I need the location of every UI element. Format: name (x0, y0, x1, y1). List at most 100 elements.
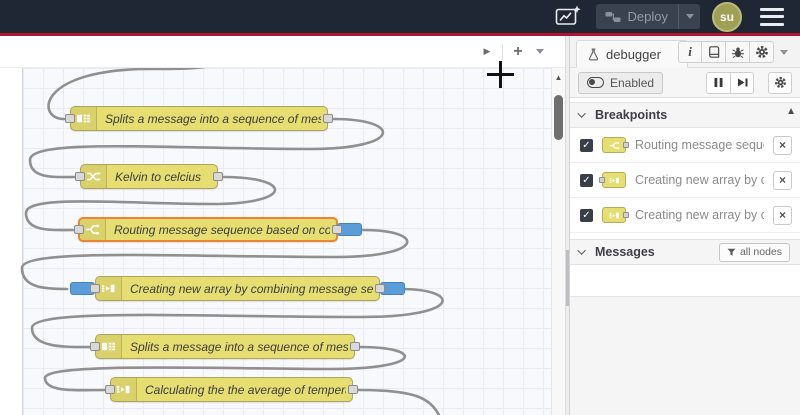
output-port[interactable] (332, 224, 342, 234)
plus-icon: + (513, 42, 523, 60)
filter-label: all nodes (739, 246, 782, 258)
breakpoint-checkbox[interactable]: ✓ (580, 138, 593, 152)
input-port[interactable] (105, 384, 115, 394)
breakpoints-section-header[interactable]: Breakpoints (570, 102, 800, 128)
breakpoint-label: Routing message sequence ba (635, 138, 764, 152)
switch-node-icon (602, 137, 629, 153)
info-button[interactable]: i (678, 41, 702, 63)
output-port-icon (623, 142, 629, 148)
caret-down-icon (780, 49, 788, 55)
join-node-icon (602, 207, 629, 223)
filter-funnel-icon (727, 248, 736, 257)
caret-down-icon (536, 49, 544, 54)
node-red-app: Deploy su Splits a message into a sequen… (0, 0, 800, 415)
flow-node-join-1[interactable]: Creating new array by combining message … (70, 276, 405, 301)
output-port[interactable] (323, 113, 333, 123)
canvas-scrollbar[interactable]: ▲ (551, 68, 565, 415)
flow-node-join-2[interactable]: Calculating the the average of temperatu… (105, 377, 358, 402)
node-label: Splits a message into a sequence of mess… (105, 111, 321, 126)
breakpoint-label: Creating new array by combini (635, 173, 764, 187)
library-button[interactable] (702, 41, 726, 63)
chevron-down-icon (577, 246, 586, 255)
input-port[interactable] (90, 283, 100, 293)
join-node-icon (599, 172, 626, 188)
debugger-settings-button[interactable] (768, 71, 792, 94)
debugger-enabled-toggle[interactable]: Enabled (578, 71, 664, 94)
wire[interactable] (356, 388, 442, 415)
input-port[interactable] (75, 171, 85, 181)
enabled-label: Enabled (610, 75, 655, 90)
sidebar-tab-list-button[interactable] (774, 41, 794, 63)
breakpoint-checkbox[interactable]: ✓ (580, 173, 593, 187)
step-icon (736, 76, 749, 89)
export-flows-icon (555, 5, 581, 25)
sidebar: debugger i Enabled Breakpoints ▲ ✓ Routi… (570, 36, 800, 415)
message-filter-button[interactable]: all nodes (718, 242, 790, 262)
scroll-up-icon[interactable]: ▲ (552, 68, 565, 82)
breakpoint-checkbox[interactable]: ✓ (580, 208, 593, 222)
node-label: Routing message sequence based on condit… (114, 222, 330, 237)
scroll-tabs-button[interactable]: ▶ (476, 41, 498, 63)
gear-icon (774, 76, 787, 89)
flow-tabs-strip: ▶ + (0, 36, 565, 68)
deploy-button[interactable]: Deploy (595, 4, 700, 29)
user-avatar[interactable]: su (712, 1, 742, 32)
debugger-toolbar: Enabled (570, 68, 800, 98)
node-label: Kelvin to celcius (115, 169, 202, 184)
node-label: Splits a message into a sequence of mess… (130, 339, 348, 354)
tab-debugger[interactable]: debugger (576, 40, 688, 68)
sidebar-filler (570, 297, 800, 415)
main-menu-button[interactable] (760, 7, 784, 26)
flow-canvas[interactable]: Splits a message into a sequence of mess… (0, 36, 565, 415)
remove-breakpoint-button[interactable]: × (773, 135, 792, 155)
hamburger-icon (760, 7, 784, 11)
add-flow-button[interactable]: + (507, 41, 529, 63)
output-port[interactable] (350, 341, 360, 351)
deploy-label: Deploy (627, 9, 668, 24)
node-label: Calculating the the average of temperatu… (145, 382, 346, 397)
breakpoint-label: Creating new array by combini (635, 208, 764, 222)
flow-list-button[interactable] (529, 41, 551, 63)
output-port[interactable] (213, 171, 223, 181)
sidebar-tab-bar: debugger i (570, 36, 800, 68)
scrollbar-thumb[interactable] (554, 95, 563, 140)
main-area: Splits a message into a sequence of mess… (0, 36, 800, 415)
debug-button[interactable] (726, 41, 750, 63)
flow-node-change[interactable]: Kelvin to celcius (75, 164, 223, 189)
input-port[interactable] (90, 341, 100, 351)
input-port[interactable] (74, 224, 84, 234)
flow-node-switch[interactable]: Routing message sequence based on condit… (74, 217, 362, 242)
chevron-down-icon (577, 109, 586, 118)
output-port[interactable] (375, 283, 385, 293)
messages-section-header[interactable]: Messages all nodes (570, 239, 800, 265)
playback-button-group (706, 71, 754, 94)
deploy-options-caret[interactable] (678, 4, 700, 29)
sidebar-toolbar-buttons: i (678, 41, 794, 63)
deploy-nodes-icon (605, 11, 621, 22)
breakpoint-row[interactable]: ✓ Creating new array by combini × (570, 163, 800, 198)
section-title: Breakpoints (595, 108, 668, 122)
breakpoint-row[interactable]: ✓ Creating new array by combini × (570, 198, 800, 233)
input-port-icon (599, 177, 605, 183)
flask-icon (587, 48, 600, 61)
list-scroll-up-icon[interactable]: ▲ (786, 106, 796, 117)
breakpoint-row[interactable]: ✓ Routing message sequence ba × (570, 128, 800, 163)
flow-node-split-1[interactable]: Splits a message into a sequence of mess… (65, 106, 333, 131)
messages-empty-list (570, 265, 800, 297)
output-port-icon (623, 212, 629, 218)
flow-node-split-2[interactable]: Splits a message into a sequence of mess… (90, 334, 360, 359)
avatar-initials: su (719, 9, 734, 24)
output-port[interactable] (348, 384, 358, 394)
step-button[interactable] (730, 71, 754, 94)
pause-button[interactable] (706, 71, 730, 94)
caret-down-icon (685, 14, 694, 19)
section-title: Messages (595, 245, 655, 259)
export-flows-button[interactable] (554, 5, 584, 29)
node-label: Creating new array by combining message … (130, 281, 373, 296)
config-button[interactable] (750, 41, 774, 63)
remove-breakpoint-button[interactable]: × (773, 205, 792, 225)
input-port[interactable] (65, 113, 75, 123)
remove-breakpoint-button[interactable]: × (773, 170, 792, 190)
splitter-handle[interactable] (566, 250, 569, 306)
toggle-icon (587, 77, 604, 88)
